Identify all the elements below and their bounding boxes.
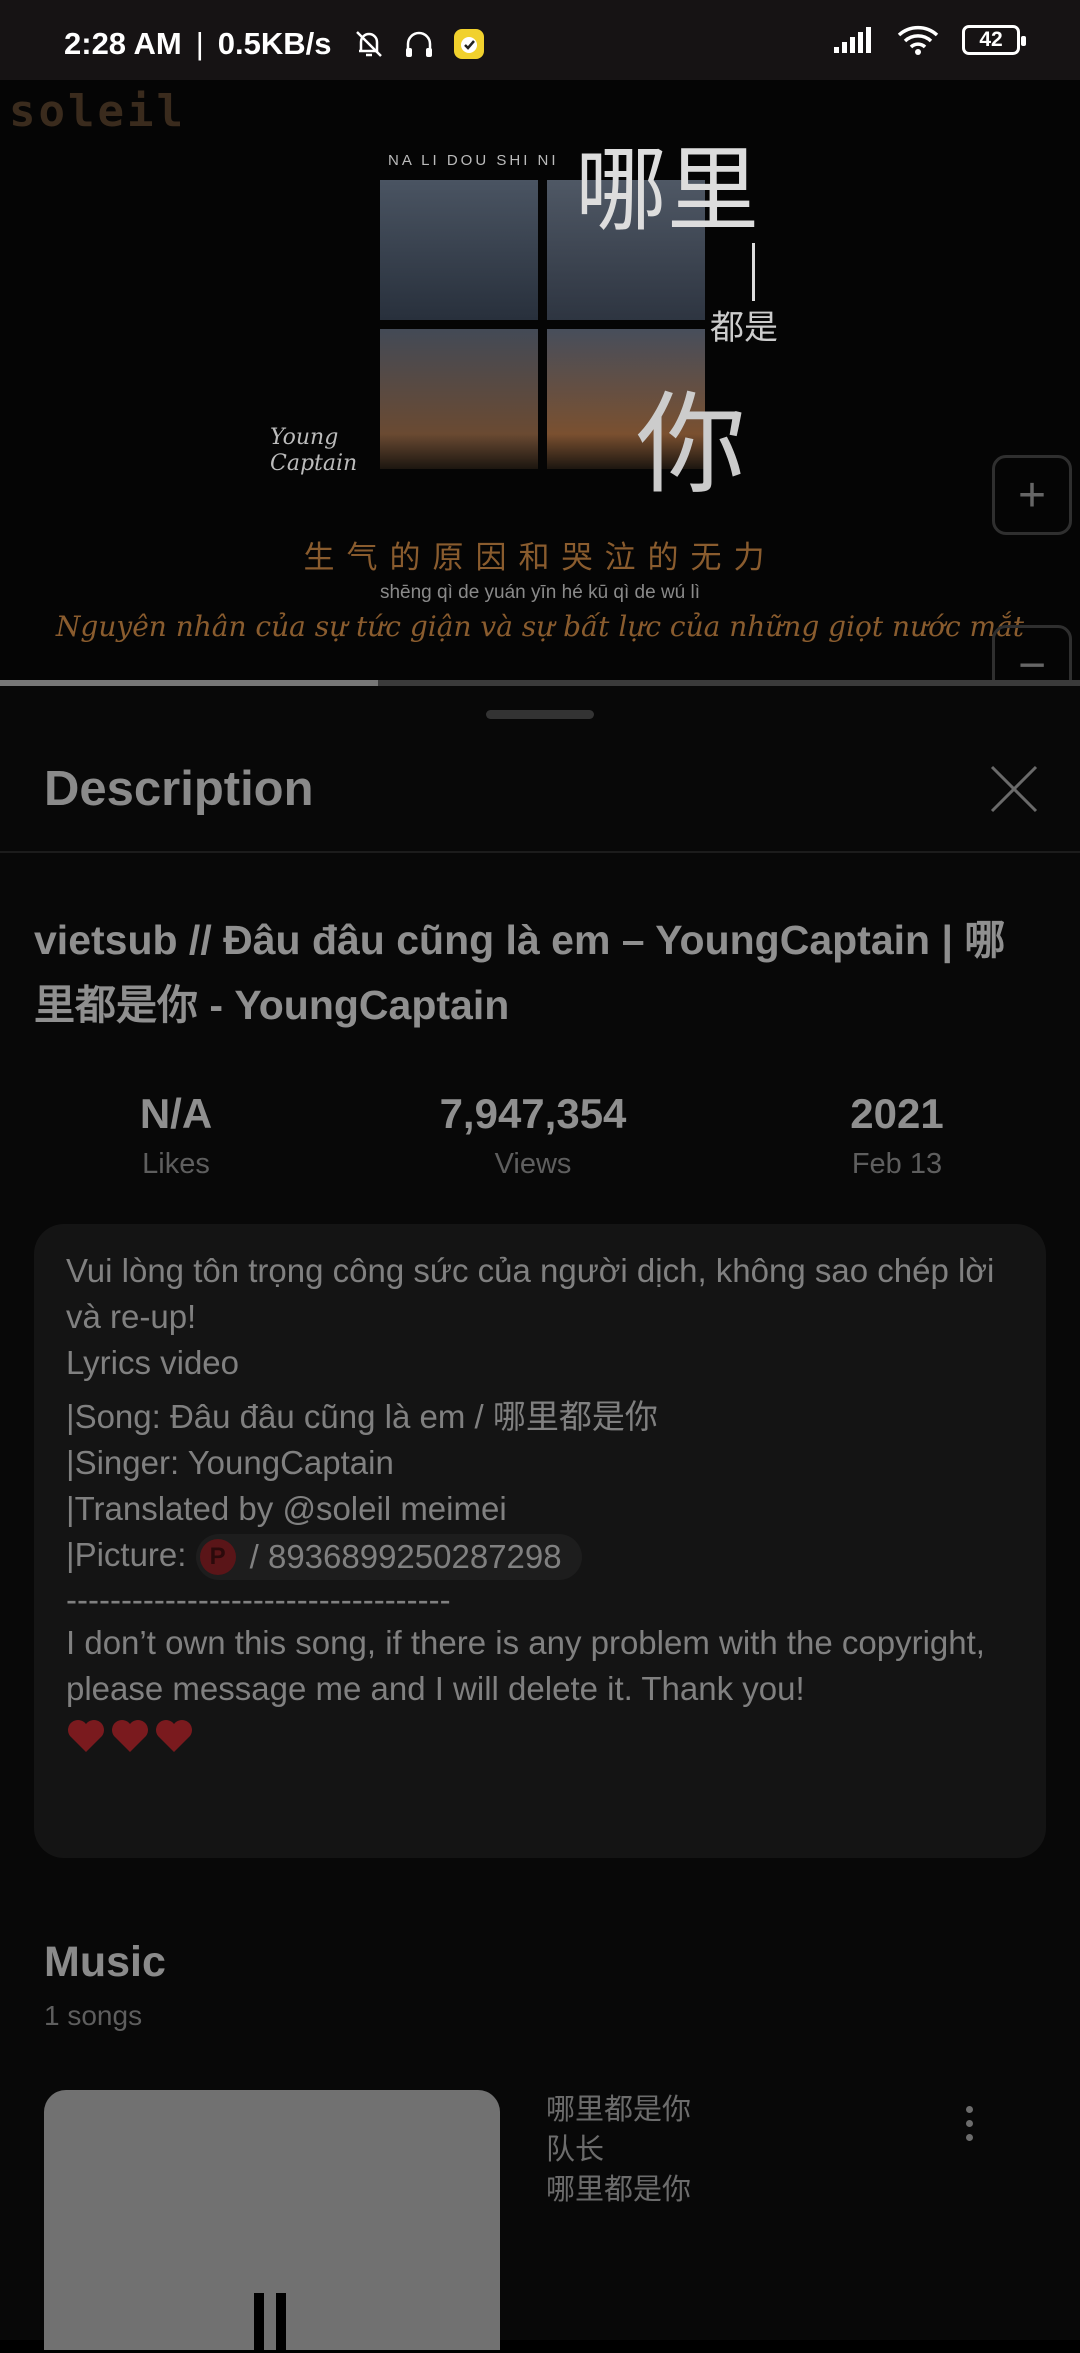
- status-separator: |: [195, 26, 204, 61]
- bell-muted-icon: [355, 31, 382, 57]
- status-left: 2:28 AM | 0.5KB/s: [64, 26, 486, 62]
- signal-icon: [834, 27, 871, 53]
- close-icon[interactable]: [984, 759, 1044, 819]
- art-title-you: 你: [636, 381, 746, 509]
- description-line: |Singer: YoungCaptain: [66, 1444, 394, 1481]
- art-divider: [752, 243, 755, 301]
- pause-icon[interactable]: [254, 2293, 286, 2353]
- heart-icon: [68, 1720, 104, 1753]
- song-title: 哪里都是你: [546, 2094, 692, 2126]
- network-speed: 0.5KB/s: [217, 26, 332, 61]
- heart-icon: [112, 1720, 148, 1753]
- art-title-top: 哪里: [575, 137, 760, 244]
- window-pane: [380, 329, 538, 469]
- heart-icon: [156, 1720, 192, 1753]
- status-bar: 2:28 AM | 0.5KB/s 42: [0, 0, 1080, 80]
- sheet-drag-handle[interactable]: [486, 710, 594, 719]
- year-value: 2021: [850, 1090, 944, 1137]
- zoom-in-button[interactable]: +: [992, 455, 1072, 535]
- song-album: 哪里都是你: [546, 2174, 692, 2206]
- lyric-vietnamese: Nguyên nhân của sự tức giận và sự bất lự…: [55, 610, 1025, 643]
- views-label: Views: [494, 1148, 572, 1180]
- description-divider: -----------------------------------: [66, 1581, 451, 1619]
- stat-date: 2021 Feb 13: [797, 1090, 997, 1181]
- description-line: |Translated by @soleil meimei: [66, 1490, 507, 1527]
- lyric-pinyin: shēng qì de yuán yīn hé kū qì de wú lì: [379, 582, 701, 603]
- description-line: Lyrics video: [66, 1344, 240, 1381]
- pinterest-link-chip[interactable]: P / 8936899250287298: [195, 1534, 582, 1581]
- art-title-mid: 都是: [710, 308, 778, 348]
- description-line: |Song: Đâu đâu cũng là em / 哪里都是你: [66, 1398, 658, 1435]
- song-artist: 队长: [546, 2134, 605, 2166]
- more-options-icon[interactable]: [966, 2106, 976, 2141]
- status-notification-icons: [352, 27, 486, 61]
- lyric-chinese: 生气的原因和哭泣的无力: [303, 540, 777, 576]
- headphones-icon: [405, 31, 432, 57]
- video-player[interactable]: soleil NA LI DOU SHI NI 哪里 都是 你 Young Ca…: [0, 80, 1080, 683]
- pinterest-link-text: / 8936899250287298: [249, 1538, 562, 1576]
- song-artwork[interactable]: [44, 2090, 500, 2353]
- hearts-row: [66, 1718, 1014, 1754]
- video-title: vietsub // Đâu đâu cũng là em – YoungCap…: [34, 917, 1006, 1028]
- song-info[interactable]: 哪里都是你 队长 哪里都是你: [546, 2090, 691, 2210]
- description-line: I don’t own this song, if there is any p…: [66, 1624, 985, 1708]
- picture-line: |Picture: P / 8936899250287298: [66, 1532, 1014, 1581]
- date-label: Feb 13: [851, 1148, 943, 1180]
- pinterest-icon: P: [199, 1539, 236, 1576]
- art-pinyin: NA LI DOU SHI NI: [388, 152, 559, 169]
- likes-value: N/A: [139, 1090, 213, 1137]
- stat-likes: N/A Likes: [76, 1090, 276, 1181]
- description-card: Vui lòng tôn trọng công sức của người dị…: [34, 1224, 1046, 1858]
- sheet-title: Description: [44, 762, 314, 816]
- battery-icon: 42: [962, 25, 1026, 55]
- sheet-header: Description: [0, 731, 1080, 853]
- video-stats: N/A Likes 7,947,354 Views 2021 Feb 13: [0, 1090, 1080, 1210]
- description-line: Vui lòng tôn trọng công sức của người dị…: [66, 1252, 995, 1335]
- stat-views: 7,947,354 Views: [393, 1090, 673, 1181]
- picture-prefix: |Picture:: [66, 1536, 187, 1573]
- battery-level: 42: [979, 28, 1003, 51]
- app-notification-icon: [453, 29, 484, 59]
- status-time: 2:28 AM: [64, 26, 182, 61]
- likes-label: Likes: [142, 1148, 210, 1180]
- views-value: 7,947,354: [439, 1090, 627, 1137]
- status-right: 42: [832, 24, 1026, 56]
- wifi-icon: [897, 25, 939, 55]
- music-song-count: 1 songs: [44, 2000, 143, 2031]
- music-section-title: Music: [44, 1938, 166, 1986]
- window-pane: [380, 180, 538, 320]
- zoom-out-button[interactable]: −: [992, 625, 1072, 683]
- channel-watermark: soleil: [9, 86, 186, 137]
- art-credit: Young Captain: [270, 425, 358, 476]
- description-sheet: Description vietsub // Đâu đâu cũng là e…: [0, 686, 1080, 2353]
